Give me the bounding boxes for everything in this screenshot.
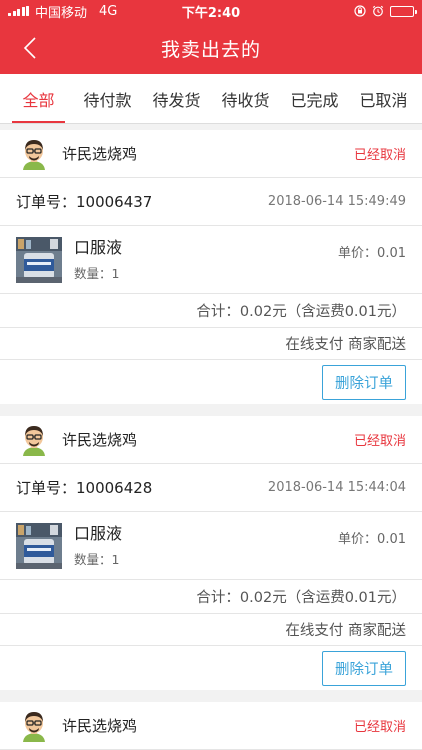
order-number: 订单号：10006428 (16, 479, 153, 497)
payment-delivery: 在线支付 商家配送 (0, 614, 422, 646)
order-actions: 删除订单 (0, 646, 422, 690)
order-total: 合计：0.02元（含运费0.01元） (0, 580, 422, 614)
nav-bar: 我卖出去的 (0, 22, 422, 74)
product-quantity: 数量：1 (74, 552, 120, 567)
orientation-lock-icon (354, 5, 366, 17)
delete-order-button[interactable]: 删除订单 (322, 650, 406, 686)
page-title: 我卖出去的 (160, 38, 261, 61)
order-card: 许民选烧鸡 已经取消 订单号：10006428 2018-06-14 15:44… (0, 416, 422, 690)
order-total: 合计：0.02元（含运费0.01元） (0, 294, 422, 328)
unit-price: 单价：0.01 (338, 246, 406, 261)
shop-row[interactable]: 许民选烧鸡 已经取消 (0, 702, 422, 750)
product-thumbnail (16, 522, 62, 569)
order-card: 许民选烧鸡 已经取消 (0, 702, 422, 750)
shop-row[interactable]: 许民选烧鸡 已经取消 (0, 416, 422, 464)
status-left: 中国移动 4G (8, 2, 117, 21)
order-number-row: 订单号：10006428 2018-06-14 15:44:04 (0, 464, 422, 512)
order-status: 已经取消 (353, 148, 406, 163)
order-actions: 删除订单 (0, 360, 422, 404)
chevron-left-icon (23, 37, 36, 59)
tab-pending-payment[interactable]: 待付款 (73, 74, 142, 123)
order-number: 订单号：10006437 (16, 193, 153, 211)
status-bar: 中国移动 4G 下午2:40 (0, 0, 422, 22)
signal-icon (8, 6, 29, 16)
product-thumbnail (16, 236, 62, 283)
seller-avatar-icon (23, 139, 45, 170)
shop-name: 许民选烧鸡 (62, 145, 138, 163)
order-list: 许民选烧鸡 已经取消 订单号：10006437 2018-06-14 15:49… (0, 124, 422, 750)
tab-pending-shipment[interactable]: 待发货 (142, 74, 211, 123)
order-status: 已经取消 (353, 434, 406, 449)
seller-avatar-icon (23, 711, 45, 742)
product-quantity: 数量：1 (74, 266, 120, 281)
network-label: 4G (99, 3, 118, 19)
alarm-icon (372, 5, 384, 17)
shop-row[interactable]: 许民选烧鸡 已经取消 (0, 130, 422, 178)
order-card: 许民选烧鸡 已经取消 订单号：10006437 2018-06-14 15:49… (0, 130, 422, 404)
order-status: 已经取消 (353, 720, 406, 735)
tab-completed[interactable]: 已完成 (280, 74, 349, 123)
order-time: 2018-06-14 15:44:04 (267, 480, 406, 495)
tab-all[interactable]: 全部 (4, 74, 73, 123)
shop-name: 许民选烧鸡 (62, 431, 138, 449)
status-right (354, 5, 417, 17)
order-time: 2018-06-14 15:49:49 (267, 194, 406, 209)
order-tabs: 全部 待付款 待发货 待收货 已完成 已取消 (0, 74, 422, 124)
unit-price: 单价：0.01 (338, 532, 406, 547)
seller-avatar-icon (23, 425, 45, 456)
back-button[interactable] (10, 22, 50, 74)
battery-icon (390, 5, 417, 17)
carrier-label: 中国移动 (35, 5, 88, 21)
order-number-row: 订单号：10006437 2018-06-14 15:49:49 (0, 178, 422, 226)
payment-delivery: 在线支付 商家配送 (0, 328, 422, 360)
product-row[interactable]: 口服液 数量：1 单价：0.01 (0, 512, 422, 580)
tab-pending-receipt[interactable]: 待收货 (211, 74, 280, 123)
delete-order-button[interactable]: 删除订单 (322, 364, 406, 400)
shop-name: 许民选烧鸡 (62, 717, 138, 735)
product-row[interactable]: 口服液 数量：1 单价：0.01 (0, 226, 422, 294)
tab-cancelled[interactable]: 已取消 (349, 74, 418, 123)
